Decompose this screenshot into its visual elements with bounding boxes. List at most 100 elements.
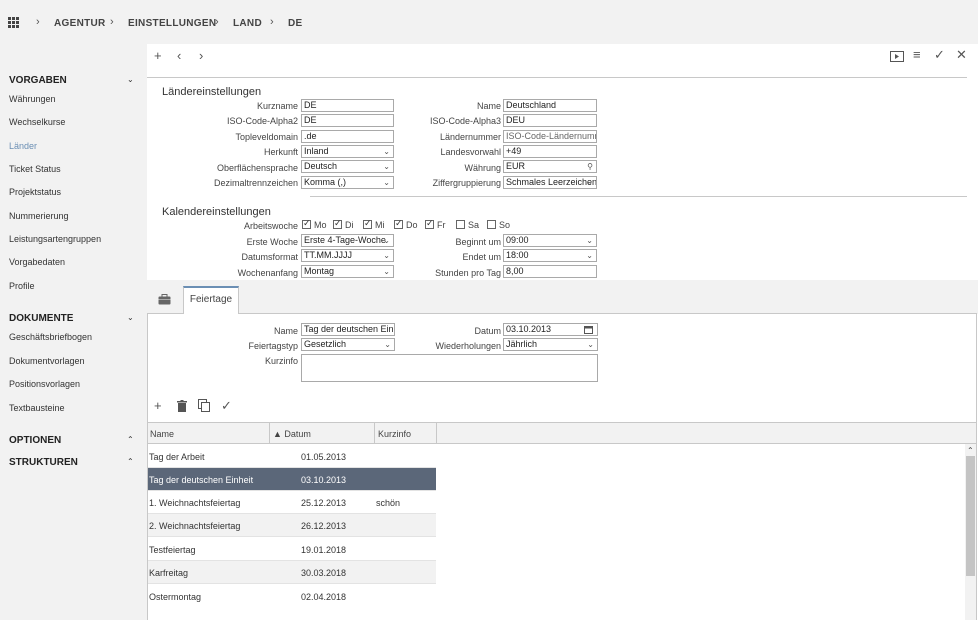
divider	[310, 196, 967, 197]
ziffergruppierung-select[interactable]: Schmales Leerzeichen ⌄	[503, 176, 597, 189]
laendernummer-field[interactable]: ISO-Code-Ländernummer	[503, 130, 597, 143]
column-header-kurzinfo[interactable]: Kurzinfo	[378, 429, 411, 439]
cell-name: Karfreitag	[149, 568, 189, 578]
landesvorwahl-field[interactable]: +49	[503, 145, 597, 158]
cell-name: Ostermontag	[149, 592, 202, 602]
sidebar-item-dokumentvorlagen[interactable]: Dokumentvorlagen	[9, 356, 85, 366]
tab-feiertage[interactable]: Feiertage	[183, 286, 239, 314]
calendar-icon[interactable]	[584, 325, 593, 334]
dezimaltrennzeichen-value: Komma (,)	[304, 177, 347, 187]
label-datum: Datum	[474, 326, 501, 336]
checkbox-mo[interactable]: Mo	[302, 218, 327, 230]
breadcrumb-einstellungen[interactable]: EINSTELLUNGEN	[128, 18, 216, 29]
close-icon[interactable]: ✕	[956, 48, 967, 61]
table-row[interactable]: Tag der Arbeit 01.05.2013	[148, 445, 436, 468]
table-row[interactable]: Karfreitag 30.03.2018	[148, 561, 436, 584]
column-separator[interactable]	[374, 423, 375, 444]
plus-icon[interactable]: +	[154, 49, 162, 62]
herkunft-value: Inland	[304, 146, 329, 156]
table-row[interactable]: Ostermontag 02.04.2018	[148, 585, 436, 608]
cell-datum: 30.03.2018	[301, 568, 347, 578]
beginnt-um-select[interactable]: 09:00 ⌄	[503, 234, 597, 247]
stunden-pro-tag-field[interactable]: 8,00	[503, 265, 597, 278]
label-iso-alpha2: ISO-Code-Alpha2	[226, 116, 298, 126]
checkbox-do[interactable]: Do	[394, 218, 418, 230]
preview-icon[interactable]	[890, 51, 904, 62]
table-row[interactable]: Testfeiertag 19.01.2018	[148, 538, 436, 561]
sidebar-item-waehrungen[interactable]: Währungen	[9, 94, 56, 104]
checkbox-di[interactable]: Di	[333, 218, 354, 230]
sidebar-section-dokumente[interactable]: DOKUMENTE	[9, 313, 73, 324]
apps-grid-icon[interactable]	[8, 17, 19, 28]
chevron-down-icon[interactable]: ⌄	[127, 75, 134, 84]
label-wochenanfang: Wochenanfang	[237, 268, 298, 278]
checkbox-do-label: Do	[406, 220, 418, 230]
sidebar-item-wechselkurse[interactable]: Wechselkurse	[9, 117, 65, 127]
chevron-left-icon[interactable]: ‹	[177, 49, 181, 62]
datum-field[interactable]: 03.10.2013	[503, 323, 598, 336]
sidebar-item-positionsvorlagen[interactable]: Positionsvorlagen	[9, 379, 80, 389]
sidebar-section-optionen[interactable]: OPTIONEN	[9, 435, 61, 446]
sidebar-item-vorgabedaten[interactable]: Vorgabedaten	[9, 257, 65, 267]
chevron-right-icon: ›	[270, 16, 274, 28]
cell-datum: 03.10.2013	[301, 475, 347, 485]
sidebar-item-nummerierung[interactable]: Nummerierung	[9, 211, 69, 221]
label-wiederholungen: Wiederholungen	[435, 341, 501, 351]
cell-datum: 26.12.2013	[301, 521, 347, 531]
column-separator[interactable]	[436, 423, 437, 444]
checkbox-fr-label: Fr	[437, 220, 446, 230]
chevron-down-icon: ⌄	[586, 178, 593, 187]
topleveldomain-value: .de	[304, 131, 317, 141]
sidebar-item-profile[interactable]: Profile	[9, 281, 35, 291]
checkbox-so-label: So	[499, 220, 511, 230]
trash-icon[interactable]	[177, 400, 187, 412]
name-field[interactable]: Deutschland	[503, 99, 597, 112]
sidebar-item-textbausteine[interactable]: Textbausteine	[9, 403, 65, 413]
search-icon[interactable]: ⚲	[587, 161, 593, 172]
check-icon[interactable]: ✓	[221, 399, 232, 412]
top-bar: › AGENTUR › EINSTELLUNGEN › LAND › DE	[0, 0, 978, 44]
label-datumsformat: Datumsformat	[241, 252, 298, 262]
sidebar-item-leistungsartengruppen[interactable]: Leistungsartengruppen	[9, 234, 101, 244]
chevron-up-icon[interactable]: ⌃	[127, 435, 134, 444]
table-row[interactable]: 1. Weichnachtsfeiertag 25.12.2013 schön	[148, 491, 436, 514]
sidebar-item-projektstatus[interactable]: Projektstatus	[9, 187, 61, 197]
chevron-down-icon[interactable]: ⌄	[127, 313, 134, 322]
scroll-up-icon[interactable]: ⌃	[967, 446, 974, 455]
column-header-datum[interactable]: ▲ Datum	[273, 429, 311, 439]
briefcase-icon[interactable]	[158, 294, 171, 305]
plus-icon[interactable]: +	[154, 399, 162, 412]
table-row[interactable]: 2. Weichnachtsfeiertag 26.12.2013	[148, 514, 436, 537]
check-icon[interactable]: ✓	[934, 48, 945, 61]
copy-icon[interactable]	[198, 399, 211, 412]
cell-name: Tag der Arbeit	[149, 452, 205, 462]
kurzinfo-textarea[interactable]	[301, 354, 598, 382]
column-separator[interactable]	[269, 423, 270, 444]
sidebar: VORGABEN ⌄ Währungen Wechselkurse Länder…	[0, 44, 147, 620]
sidebar-item-laender[interactable]: Länder	[9, 141, 37, 151]
sidebar-item-geschaeftsbriefbogen[interactable]: Geschäftsbriefbogen	[9, 332, 92, 342]
checkbox-sa[interactable]: Sa	[456, 220, 479, 230]
breadcrumb-agentur[interactable]: AGENTUR	[54, 18, 106, 29]
endet-um-select[interactable]: 18:00 ⌄	[503, 249, 597, 262]
checkbox-mi[interactable]: Mi	[363, 218, 385, 230]
grid-header: Name ▲ Datum Kurzinfo	[148, 422, 976, 444]
breadcrumb-land[interactable]: LAND	[233, 18, 262, 29]
table-row-selected[interactable]: Tag der deutschen Einheit 03.10.2013	[148, 468, 436, 491]
checkbox-so[interactable]: So	[487, 220, 510, 230]
column-header-name[interactable]: Name	[150, 429, 174, 439]
chevron-up-icon[interactable]: ⌃	[127, 457, 134, 466]
sidebar-section-vorgaben[interactable]: VORGABEN	[9, 75, 67, 86]
cell-datum: 02.04.2018	[301, 592, 347, 602]
sidebar-item-ticket-status[interactable]: Ticket Status	[9, 164, 61, 174]
menu-icon[interactable]: ≡	[913, 48, 921, 61]
waehrung-field[interactable]: EUR ⚲	[503, 160, 597, 173]
wiederholungen-select[interactable]: Jährlich ⌄	[503, 338, 598, 351]
divider	[147, 77, 967, 78]
checkbox-fr[interactable]: Fr	[425, 218, 446, 230]
scrollbar-thumb[interactable]	[966, 456, 975, 576]
chevron-right-icon[interactable]: ›	[199, 49, 203, 62]
sidebar-section-strukturen[interactable]: STRUKTUREN	[9, 457, 78, 468]
iso-alpha3-field[interactable]: DEU	[503, 114, 597, 127]
cell-name: Testfeiertag	[149, 545, 196, 555]
